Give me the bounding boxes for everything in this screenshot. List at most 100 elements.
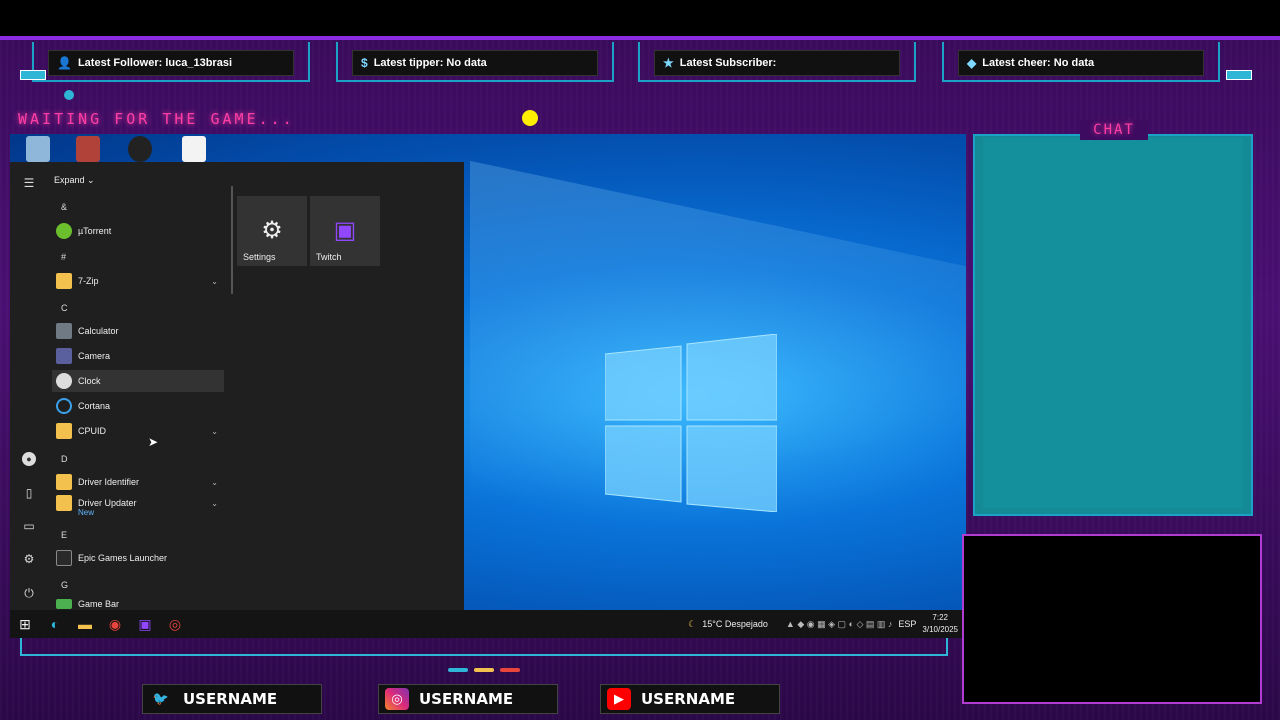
weather-text[interactable]: 15°C Despejado [702,619,768,629]
app-calculator[interactable]: Calculator [52,320,224,342]
obs-icon[interactable]: ◎ [160,610,190,638]
bottom-frame-bar [20,638,948,656]
pill-yellow [474,668,494,672]
app-utorrent[interactable]: µTorrent [52,220,224,242]
chevron-down-icon: ⌄ [211,426,218,436]
recycle-bin-icon[interactable] [26,136,50,162]
hamburger-icon[interactable]: ☰ [22,176,36,190]
app-driver-updater[interactable]: Driver Updater New ⌄ [52,492,224,517]
social-youtube: ▶ USERNAME [600,684,780,714]
clock[interactable]: 7:22 3/10/2025 [922,612,958,636]
webcam-frame [962,534,1262,704]
app-camera[interactable]: Camera [52,345,224,367]
section-letter[interactable]: C [61,303,68,313]
clock-date: 3/10/2025 [922,625,958,634]
chrome-icon[interactable]: ◉ [100,610,130,638]
latest-cheer-panel: ◆ Latest cheer: No data [942,42,1220,82]
chat-title: CHAT [1080,120,1148,140]
new-badge: New [78,508,95,517]
youtube-icon: ▶ [607,688,631,710]
account-icon[interactable]: ● [22,452,36,466]
waiting-text: WAITING FOR THE GAME... [18,110,295,128]
chevron-down-icon: ⌄ [211,477,218,487]
yellow-dot [522,110,538,126]
pill-cyan [448,668,468,672]
pill-red [500,668,520,672]
chevron-down-icon: ⌄ [211,498,218,508]
latest-tipper-text: Latest tipper: No data [373,57,487,69]
folder-icon [56,273,72,289]
language-indicator[interactable]: ESP [898,619,916,629]
folder-icon [56,423,72,439]
tray-icons[interactable]: ▲ ◆ ◉ ▦ ◈ ▢ ◐ ◇ ▤ ▥ ♪ [786,619,892,630]
folder-icon [56,495,72,511]
gear-icon: ⚙ [261,217,283,244]
tile-label: Twitch [316,252,342,262]
latest-subscriber-text: Latest Subscriber: [679,57,777,69]
camera-icon [56,348,72,364]
cyan-dot [64,90,74,100]
left-chip [20,70,46,80]
winrar-icon[interactable] [76,136,100,162]
file-explorer-icon[interactable]: ▬ [70,610,100,638]
social-instagram: ◎ USERNAME [378,684,558,714]
section-letter[interactable]: & [61,202,67,212]
section-letter[interactable]: D [61,454,68,464]
obs-icon[interactable] [128,136,152,162]
moon-icon: ☾ [688,618,697,629]
overlay-top-line [0,36,1280,40]
app-game-bar[interactable]: Game Bar [52,598,224,610]
power-icon[interactable]: ⏻ [22,586,36,600]
expand-button[interactable]: Expand ⌄ [54,175,95,186]
app-epic-games-launcher[interactable]: Epic Games Launcher [52,547,224,569]
clock-time: 7:22 [932,613,948,622]
section-letter[interactable]: G [61,580,68,590]
scrollbar[interactable] [231,186,233,294]
tile-settings[interactable]: ⚙ Settings [237,196,307,266]
game-bar-icon [56,599,72,609]
twitch-icon[interactable]: ▣ [130,610,160,638]
latest-follower-text: Latest Follower: luca_13brasi [77,57,233,69]
chevron-down-icon: ⌄ [211,276,218,286]
calculator-icon [56,323,72,339]
epic-games-icon [56,550,72,566]
app-driver-identifier[interactable]: Driver Identifier ⌄ [52,471,224,493]
latest-follower-panel: 👤 Latest Follower: luca_13brasi [32,42,310,82]
social-username: USERNAME [641,690,736,708]
folder-icon [56,474,72,490]
mouse-cursor-icon: ➤ [148,435,159,449]
chat-panel [973,134,1253,516]
taskbar: ⊞ ◐ ▬ ◉ ▣ ◎ ☾ 15°C Despejado ▲ ◆ ◉ ▦ ◈ ▢… [10,610,966,638]
latest-cheer-text: Latest cheer: No data [982,57,1095,69]
start-button[interactable]: ⊞ [10,610,40,638]
star-icon: ★ [663,56,674,70]
right-chip [1226,70,1252,80]
documents-icon[interactable]: ▯ [22,486,36,500]
utorrent-icon [56,223,72,239]
app-cpuid[interactable]: CPUID ⌄ [52,420,224,442]
diamond-icon: ◆ [967,56,977,70]
tile-twitch[interactable]: ▣ Twitch [310,196,380,266]
settings-gear-icon[interactable]: ⚙ [22,552,36,566]
social-username: USERNAME [419,690,514,708]
cortana-icon [56,398,72,414]
user-icon: 👤 [57,56,72,70]
edge-icon[interactable]: ◐ [40,610,70,638]
file-icon[interactable] [182,136,206,162]
dollar-icon: $ [361,56,368,70]
twitter-icon: 🐦 [152,691,170,707]
latest-subscriber-panel: ★ Latest Subscriber: [638,42,916,82]
app-7zip[interactable]: 7-Zip ⌄ [52,270,224,292]
start-rail: ☰ ● ▯ ▭ ⚙ ⏻ [10,162,48,610]
latest-tipper-panel: $ Latest tipper: No data [336,42,614,82]
app-clock[interactable]: Clock [52,370,224,392]
social-username: USERNAME [183,690,278,708]
section-letter[interactable]: # [61,252,66,262]
system-tray: ☾ 15°C Despejado ▲ ◆ ◉ ▦ ◈ ▢ ◐ ◇ ▤ ▥ ♪ E… [688,610,958,638]
twitch-icon: ▣ [333,217,357,244]
app-cortana[interactable]: Cortana [52,395,224,417]
instagram-icon: ◎ [385,688,409,710]
social-twitter: 🐦 USERNAME [142,684,322,714]
section-letter[interactable]: E [61,530,67,540]
pictures-icon[interactable]: ▭ [22,519,36,533]
